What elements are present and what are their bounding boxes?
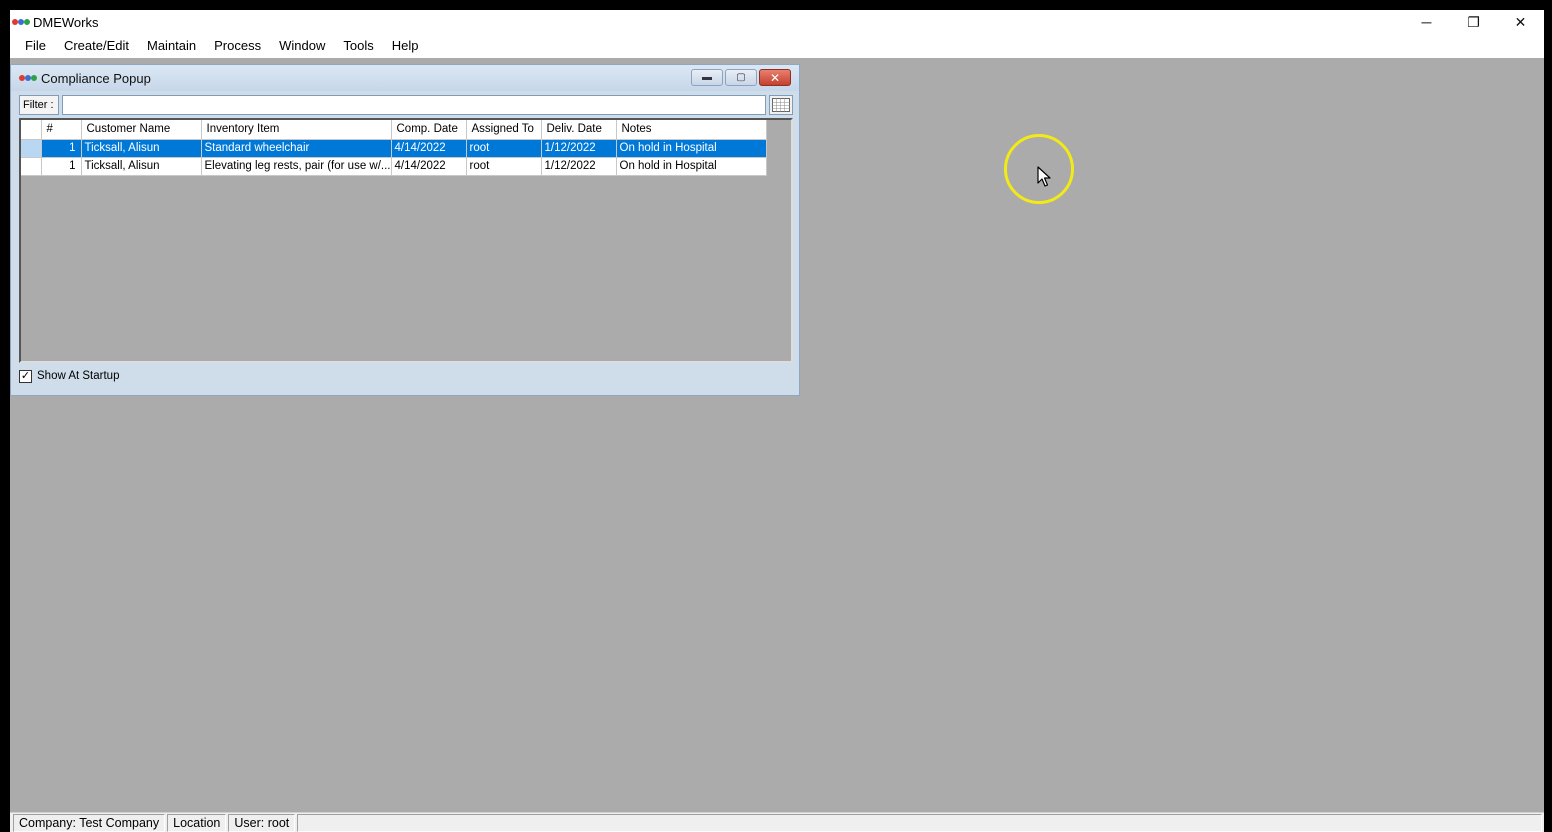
cell-notes[interactable]: On hold in Hospital: [616, 139, 767, 158]
status-location: Location: [167, 813, 227, 832]
status-user: User: root: [228, 813, 296, 832]
column-header-assigned-to[interactable]: Assigned To: [466, 120, 542, 140]
menu-file[interactable]: File: [16, 34, 55, 58]
cell-comp-date[interactable]: 4/14/2022: [391, 139, 467, 158]
filter-input[interactable]: [62, 95, 766, 115]
child-minimize-button[interactable]: ▬: [691, 69, 723, 86]
row-header-corner: [21, 120, 42, 140]
menu-tools[interactable]: Tools: [334, 34, 382, 58]
compliance-table: # Customer Name Inventory Item Comp. Dat…: [21, 120, 767, 176]
filter-row: Filter :: [19, 95, 793, 115]
status-empty-panel: [297, 813, 1542, 832]
menu-window[interactable]: Window: [270, 34, 334, 58]
app-logo-icon: [12, 17, 30, 27]
child-maximize-button[interactable]: ▢: [725, 69, 757, 86]
row-header[interactable]: [21, 157, 42, 176]
menu-help[interactable]: Help: [383, 34, 428, 58]
menu-create-edit[interactable]: Create/Edit: [55, 34, 138, 58]
cell-inventory-item[interactable]: Standard wheelchair: [201, 139, 392, 158]
compliance-popup-titlebar[interactable]: Compliance Popup ▬ ▢ ✕: [11, 65, 799, 91]
menu-maintain[interactable]: Maintain: [138, 34, 205, 58]
app-logo-icon: [19, 73, 37, 83]
cell-assigned-to[interactable]: root: [466, 139, 542, 158]
row-header[interactable]: [21, 139, 42, 158]
window-controls: ─ ❐ ✕: [1403, 10, 1544, 34]
show-at-startup-label[interactable]: Show At Startup: [37, 370, 119, 382]
mdi-workspace: Compliance Popup ▬ ▢ ✕ Filter : # Custom…: [10, 58, 1544, 812]
status-company: Company: Test Company: [13, 813, 166, 832]
table-row[interactable]: 1 Ticksall, Alisun Elevating leg rests, …: [21, 157, 767, 176]
cell-customer-name[interactable]: Ticksall, Alisun: [81, 157, 202, 176]
cell-number[interactable]: 1: [41, 139, 82, 158]
column-header-notes[interactable]: Notes: [616, 120, 767, 140]
child-close-button[interactable]: ✕: [759, 69, 791, 86]
app-titlebar: DMEWorks ─ ❐ ✕: [10, 10, 1544, 34]
grid-options-button[interactable]: [769, 95, 793, 115]
close-button[interactable]: ✕: [1497, 10, 1544, 34]
app-title: DMEWorks: [33, 14, 99, 30]
cell-notes[interactable]: On hold in Hospital: [616, 157, 767, 176]
menu-bar: File Create/Edit Maintain Process Window…: [10, 34, 1544, 58]
compliance-popup-window: Compliance Popup ▬ ▢ ✕ Filter : # Custom…: [10, 64, 800, 396]
cell-deliv-date[interactable]: 1/12/2022: [541, 157, 617, 176]
show-at-startup-row: ✓ Show At Startup: [19, 367, 119, 385]
minimize-button[interactable]: ─: [1403, 10, 1450, 34]
child-window-controls: ▬ ▢ ✕: [691, 69, 791, 86]
column-header-number[interactable]: #: [41, 120, 82, 140]
table-row[interactable]: 1 Ticksall, Alisun Standard wheelchair 4…: [21, 139, 767, 158]
mouse-cursor-icon: [1037, 166, 1051, 187]
show-at-startup-checkbox[interactable]: ✓: [19, 369, 32, 383]
cell-comp-date[interactable]: 4/14/2022: [391, 157, 467, 176]
app-window: DMEWorks ─ ❐ ✕ File Create/Edit Maintain…: [10, 10, 1544, 832]
grid-icon: [772, 98, 790, 112]
menu-process[interactable]: Process: [205, 34, 270, 58]
cell-customer-name[interactable]: Ticksall, Alisun: [81, 139, 202, 158]
compliance-popup-title: Compliance Popup: [41, 70, 151, 86]
column-header-deliv-date[interactable]: Deliv. Date: [541, 120, 617, 140]
restore-button[interactable]: ❐: [1450, 10, 1497, 34]
cell-number[interactable]: 1: [41, 157, 82, 176]
cell-deliv-date[interactable]: 1/12/2022: [541, 139, 617, 158]
cell-assigned-to[interactable]: root: [466, 157, 542, 176]
column-header-inventory-item[interactable]: Inventory Item: [201, 120, 392, 140]
cell-inventory-item[interactable]: Elevating leg rests, pair (for use w/...: [201, 157, 392, 176]
table-header-row: # Customer Name Inventory Item Comp. Dat…: [21, 120, 767, 140]
status-bar: Company: Test Company Location User: roo…: [10, 812, 1544, 832]
column-header-comp-date[interactable]: Comp. Date: [391, 120, 467, 140]
compliance-grid[interactable]: # Customer Name Inventory Item Comp. Dat…: [19, 118, 793, 363]
filter-label: Filter :: [19, 95, 59, 115]
column-header-customer-name[interactable]: Customer Name: [81, 120, 202, 140]
